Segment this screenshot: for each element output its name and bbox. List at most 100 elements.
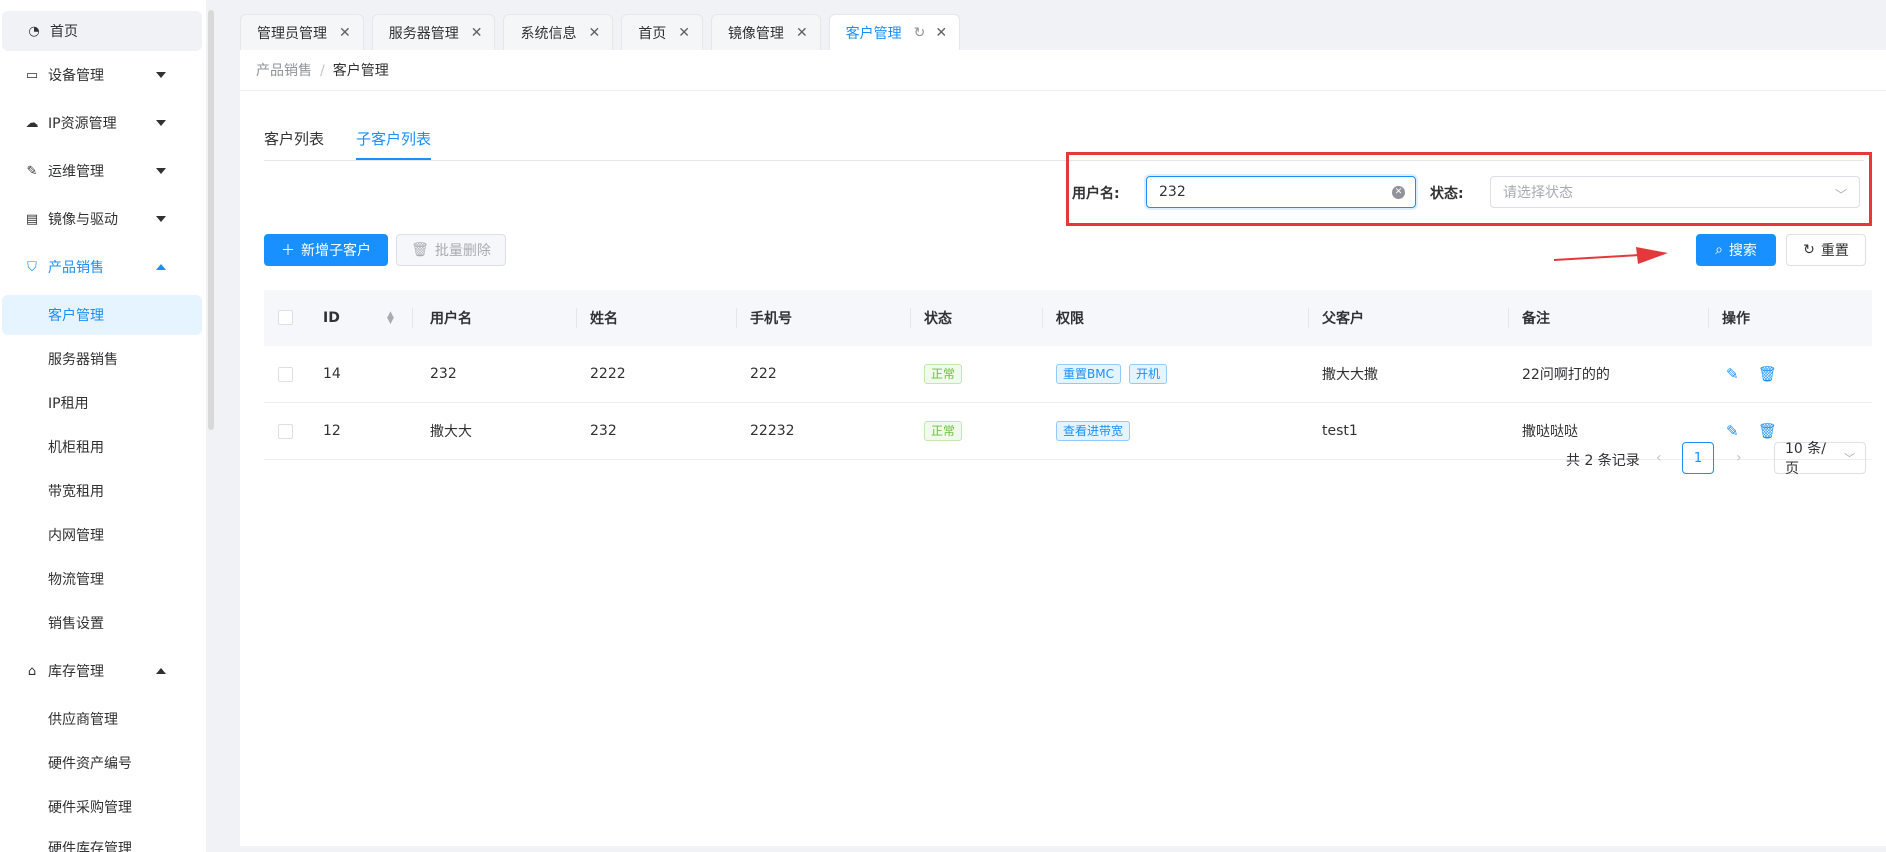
sidebar-item-ops[interactable]: ✎ 运维管理 — [0, 151, 204, 191]
column-separator — [1308, 308, 1309, 328]
row-checkbox[interactable] — [278, 367, 293, 382]
breadcrumb-current: 客户管理 — [332, 63, 389, 79]
column-separator — [412, 308, 413, 328]
shopping-bag-icon: ⛉ — [27, 259, 37, 275]
next-page-icon[interactable]: › — [1736, 450, 1742, 466]
prev-page-icon[interactable]: ‹ — [1656, 450, 1662, 466]
close-icon[interactable]: ✕ — [588, 25, 600, 41]
sidebar-item-label: 首页 — [50, 24, 78, 40]
close-icon[interactable]: ✕ — [678, 25, 690, 41]
permission-tag: 开机 — [1128, 364, 1167, 384]
username-input-value: 232 — [1159, 184, 1186, 200]
tab-label: 系统信息 — [520, 25, 577, 42]
header-remark: 备注 — [1522, 311, 1550, 327]
sidebar-item-label: 运维管理 — [48, 164, 104, 180]
close-icon[interactable]: ✕ — [471, 25, 483, 41]
page-size-select[interactable]: 10 条/页 ﹀ — [1774, 441, 1866, 477]
tab-image-management[interactable]: 镜像管理 ✕ — [710, 14, 821, 50]
edit-icon[interactable]: ✎ — [1726, 422, 1739, 440]
tab-admin-management[interactable]: 管理员管理 ✕ — [240, 14, 364, 50]
trash-icon[interactable]: 🗑 — [1758, 365, 1777, 383]
sort-icon[interactable]: ▲ ▼ — [387, 311, 394, 326]
trash-icon: 🗑 — [411, 242, 429, 258]
status-select[interactable]: 请选择状态 ﹀ — [1490, 176, 1860, 208]
sidebar-subitem-rack-rental[interactable]: 机柜租用 — [0, 427, 204, 467]
trash-icon[interactable]: 🗑 — [1758, 422, 1777, 440]
add-button-label: 新增子客户 — [301, 243, 371, 259]
pagination-total: 共 2 条记录 — [1566, 453, 1640, 469]
cell-username: 232 — [430, 366, 457, 382]
reset-button[interactable]: ↻ 重置 — [1786, 234, 1866, 266]
clear-icon[interactable]: ✕ — [1392, 186, 1405, 199]
plus-icon: ＋ — [281, 243, 295, 259]
sidebar-subitem-intranet[interactable]: 内网管理 — [0, 515, 204, 555]
laptop-icon: ▭ — [25, 67, 39, 83]
edit-icon[interactable]: ✎ — [1726, 365, 1739, 383]
tab-label: 首页 — [638, 25, 667, 42]
search-button-label: 搜索 — [1728, 243, 1757, 259]
batch-delete-button[interactable]: 🗑 批量删除 — [396, 234, 506, 266]
cell-permissions: 重置BMC 开机 — [1056, 364, 1175, 384]
close-icon[interactable]: ✕ — [935, 25, 947, 41]
sidebar-subitem-bandwidth-rental[interactable]: 带宽租用 — [0, 471, 204, 511]
header-actions: 操作 — [1722, 311, 1750, 327]
wrench-icon: ✎ — [26, 163, 38, 179]
column-separator — [910, 308, 911, 328]
sidebar-subitem-procurement[interactable]: 硬件采购管理 — [0, 787, 204, 827]
close-icon[interactable]: ✕ — [796, 25, 808, 41]
sidebar-item-product-sales[interactable]: ⛉ 产品销售 — [0, 247, 204, 287]
header-id[interactable]: ID — [323, 310, 340, 326]
tab-label: 镜像管理 — [727, 25, 784, 42]
sidebar-item-images[interactable]: ▤ 镜像与驱动 — [0, 199, 204, 239]
sidebar-subitem-logistics[interactable]: 物流管理 — [0, 559, 204, 599]
breadcrumb-separator: / — [320, 63, 325, 79]
sidebar-scrollbar[interactable] — [208, 10, 214, 430]
cell-remark: 撒哒哒哒 — [1522, 424, 1578, 440]
refresh-icon[interactable]: ↻ — [914, 25, 926, 41]
tab-customer-list[interactable]: 客户列表 — [264, 128, 324, 160]
main-panel: 产品销售 / 客户管理 客户列表 子客户列表 用户名: 232 ✕ 状态: 请选择状… — [240, 50, 1886, 846]
header-username: 用户名 — [430, 311, 472, 327]
caret-up-icon — [156, 264, 166, 270]
breadcrumb-parent[interactable]: 产品销售 — [256, 63, 312, 79]
cell-phone: 22232 — [750, 423, 795, 439]
sidebar-item-label: 镜像与驱动 — [48, 212, 118, 228]
close-icon[interactable]: ✕ — [339, 25, 351, 41]
cell-status: 正常 — [924, 364, 970, 384]
tab-home[interactable]: 首页 ✕ — [621, 14, 703, 50]
sidebar-item-label: IP资源管理 — [48, 116, 117, 132]
sidebar-subitem-suppliers[interactable]: 供应商管理 — [0, 699, 204, 739]
inner-tabs: 客户列表 子客户列表 — [264, 128, 463, 160]
page-number-button[interactable]: 1 — [1682, 442, 1714, 474]
tab-customer-management[interactable]: 客户管理 ↻ ✕ — [828, 14, 961, 50]
sidebar-subitem-customer[interactable]: 客户管理 — [2, 295, 202, 335]
username-input[interactable]: 232 ✕ — [1146, 176, 1416, 208]
select-all-checkbox[interactable] — [278, 310, 293, 325]
header-status: 状态 — [924, 311, 952, 327]
search-button[interactable]: ⌕ 搜索 — [1696, 234, 1776, 266]
sidebar-subitem-sales-settings[interactable]: 销售设置 — [0, 603, 204, 643]
cell-status: 正常 — [924, 421, 970, 441]
cell-parent-customer: test1 — [1322, 423, 1358, 439]
more-icon[interactable]: ⋮ — [1880, 22, 1886, 38]
sidebar-subitem-server-sales[interactable]: 服务器销售 — [0, 339, 204, 379]
sidebar-item-inventory[interactable]: ⌂ 库存管理 — [0, 651, 204, 691]
sidebar-subitem-ip-rental[interactable]: IP租用 — [0, 383, 204, 423]
sidebar-item-home[interactable]: ◔ 首页 — [2, 11, 202, 51]
page-size-value: 10 条/页 — [1785, 441, 1826, 477]
cell-name: 2222 — [590, 366, 626, 382]
cell-permissions: 查看进带宽 — [1056, 421, 1138, 441]
tab-system-info[interactable]: 系统信息 ✕ — [503, 14, 614, 50]
chevron-down-icon: ﹀ — [1834, 188, 1847, 202]
header-parent-customer: 父客户 — [1322, 311, 1364, 327]
tab-sub-customer-list[interactable]: 子客户列表 — [356, 128, 432, 160]
sidebar-subitem-stock[interactable]: 硬件库存管理 — [0, 828, 204, 852]
header-phone: 手机号 — [750, 311, 792, 327]
sidebar-subitem-asset-numbers[interactable]: 硬件资产编号 — [0, 743, 204, 783]
sidebar-item-devices[interactable]: ▭ 设备管理 — [0, 55, 204, 95]
add-sub-customer-button[interactable]: ＋ 新增子客户 — [264, 234, 388, 266]
row-checkbox[interactable] — [278, 424, 293, 439]
tab-server-management[interactable]: 服务器管理 ✕ — [371, 14, 496, 50]
column-separator — [576, 308, 577, 328]
sidebar-item-ip-resources[interactable]: ☁ IP资源管理 — [0, 103, 204, 143]
